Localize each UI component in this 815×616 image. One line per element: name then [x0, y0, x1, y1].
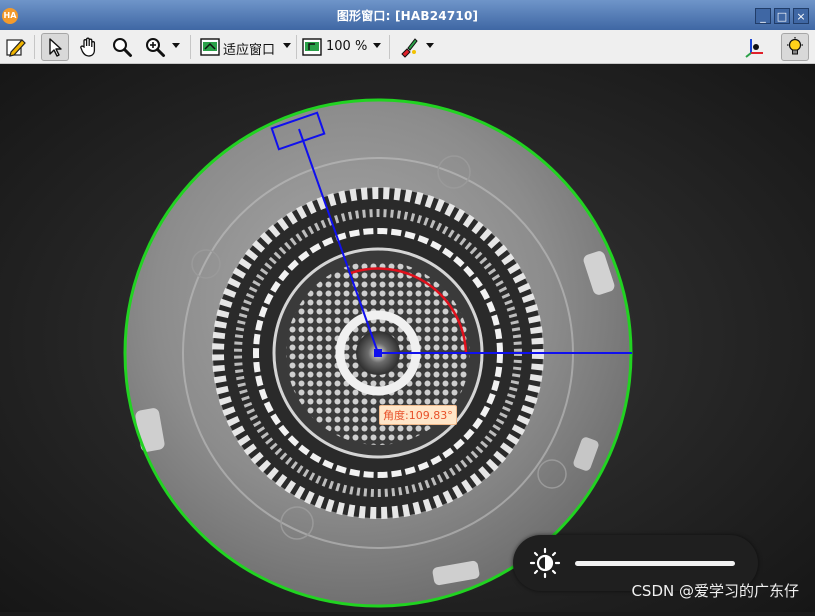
watermark-text: CSDN @爱学习的广东仔: [631, 582, 799, 600]
magnify-tool-button[interactable]: [108, 33, 136, 61]
toolbar-separator: [296, 35, 297, 59]
hand-icon: [80, 37, 96, 57]
toolbar-separator: [190, 35, 191, 59]
image-viewport[interactable]: [0, 64, 815, 612]
coordinate-axes-icon: [745, 39, 763, 58]
highlight-toggle-button[interactable]: [781, 33, 809, 61]
pan-tool-button[interactable]: [75, 33, 103, 61]
brightness-slider[interactable]: [575, 561, 735, 566]
draw-settings-dropdown-icon[interactable]: [426, 43, 434, 48]
coordinate-system-button[interactable]: [740, 33, 768, 61]
fit-window-icon: [200, 38, 220, 56]
light-bulb-icon: [787, 37, 803, 55]
zoom-level-icon: [302, 38, 322, 56]
fit-window-label[interactable]: 适应窗口: [223, 39, 275, 58]
window-title: 图形窗口: [HAB24710]: [336, 9, 479, 23]
pointer-icon: [49, 38, 62, 57]
close-button[interactable]: ×: [793, 8, 809, 24]
zoom-tool-button[interactable]: [141, 33, 169, 61]
toolbar-separator: [34, 35, 35, 59]
magnifier-icon: [113, 38, 132, 57]
title-bar: HA 图形窗口: [HAB24710] _ □ ×: [0, 0, 815, 30]
zoom-level-dropdown-icon[interactable]: [373, 43, 381, 48]
maximize-button[interactable]: □: [774, 8, 790, 24]
zoom-level-value[interactable]: 100 %: [326, 39, 367, 54]
angle-readout: 角度:109.83°: [379, 405, 457, 425]
fit-window-button[interactable]: [196, 33, 224, 61]
toolbar: 适应窗口 100 %: [0, 30, 815, 64]
edit-graphics-button[interactable]: [2, 33, 30, 61]
paint-brush-icon: [401, 38, 418, 58]
draw-settings-button[interactable]: [395, 33, 423, 61]
pointer-tool-button[interactable]: [41, 33, 69, 61]
edit-icon: [6, 39, 26, 57]
toolbar-separator: [389, 35, 390, 59]
image-canvas[interactable]: [0, 64, 815, 612]
minimize-button[interactable]: _: [755, 8, 771, 24]
fit-window-dropdown-icon[interactable]: [283, 43, 291, 48]
center-marker[interactable]: [374, 349, 382, 357]
zoom-in-icon: [146, 38, 165, 57]
zoom-tool-dropdown-icon[interactable]: [172, 43, 180, 48]
zoom-level-button[interactable]: [298, 33, 326, 61]
brightness-icon: [529, 547, 561, 579]
